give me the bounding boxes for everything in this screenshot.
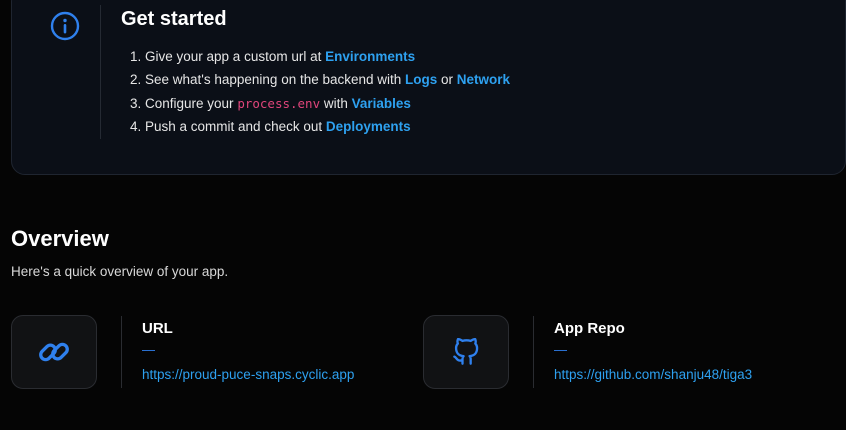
link-icon (39, 342, 69, 362)
repo-divider (533, 316, 534, 388)
steps-list: 1. Give your app a custom url at Environ… (130, 47, 510, 140)
get-started-title: Get started (121, 8, 227, 30)
step-item: 1. Give your app a custom url at Environ… (130, 49, 416, 64)
overview-title: Overview (11, 226, 109, 251)
process-env-code: process.env (237, 95, 321, 111)
step-item: 2. See what's happening on the backend w… (130, 72, 511, 88)
url-icon-tile (11, 315, 97, 389)
environments-link[interactable]: Environments (325, 49, 415, 64)
card-divider (100, 5, 101, 139)
url-dash: — (142, 342, 155, 357)
step-item: 3. Configure your process.env with Varia… (130, 95, 411, 111)
url-divider (121, 316, 122, 388)
repo-dash: — (554, 342, 567, 357)
url-title: URL (142, 320, 173, 337)
variables-link[interactable]: Variables (352, 96, 411, 111)
network-link[interactable]: Network (457, 72, 510, 87)
overview-subtitle: Here's a quick overview of your app. (11, 264, 229, 279)
github-icon (453, 338, 479, 365)
step-item: 4. Push a commit and check out Deploymen… (130, 118, 411, 134)
get-started-card: Get started 1. Give your app a custom ur… (11, 0, 846, 175)
repo-url-link[interactable]: https://github.com/shanju48/tiga3 (554, 367, 752, 382)
deployments-link[interactable]: Deployments (326, 119, 411, 134)
app-url-link[interactable]: https://proud-puce-snaps.cyclic.app (142, 367, 354, 382)
repo-title: App Repo (554, 320, 625, 337)
logs-link[interactable]: Logs (405, 72, 437, 87)
repo-icon-tile (423, 315, 509, 389)
info-circle-icon (50, 11, 80, 41)
